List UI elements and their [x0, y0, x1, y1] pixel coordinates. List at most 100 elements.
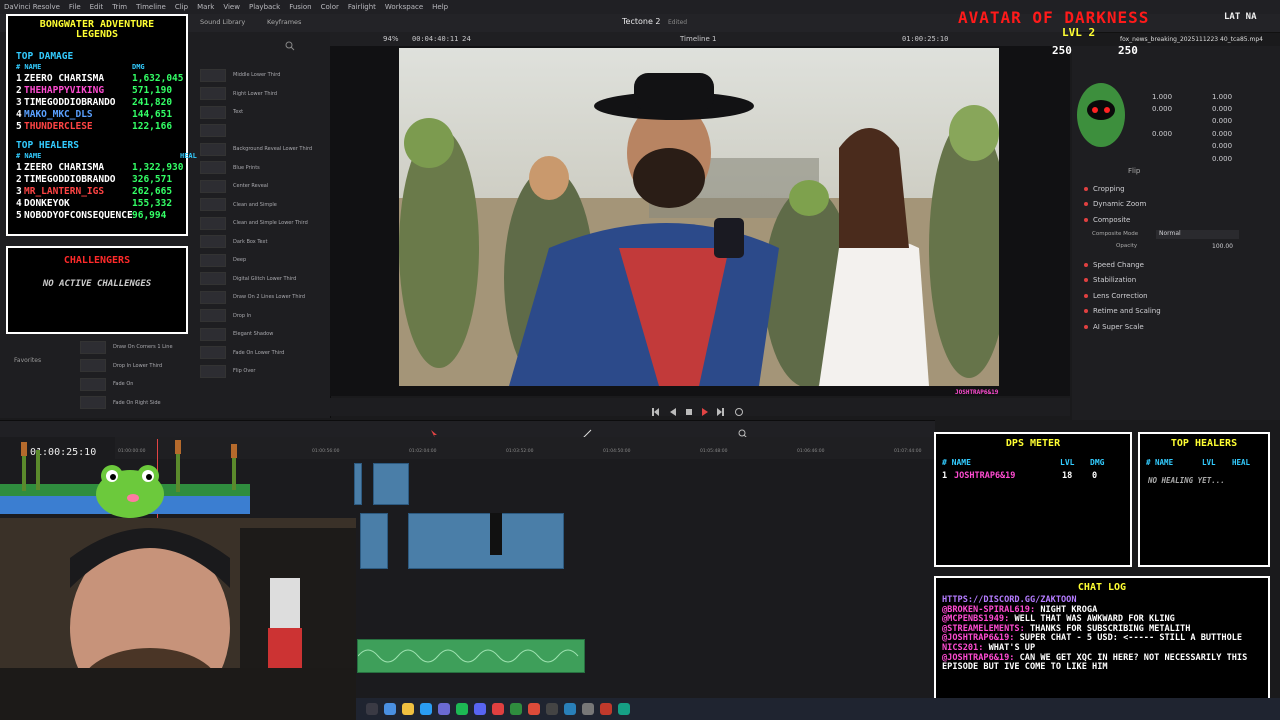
timeline-name[interactable]: Timeline 1 — [680, 35, 716, 43]
audio-clip[interactable] — [357, 639, 585, 673]
effect-item[interactable]: Fade On — [80, 377, 133, 391]
effect-item[interactable]: Elegant Shadow — [200, 327, 273, 341]
viewer-zoom[interactable]: 94% — [383, 35, 399, 43]
anchor-y-value[interactable]: 0.000 — [1212, 130, 1232, 138]
xbox-icon[interactable] — [510, 703, 522, 715]
menu-item-workspace[interactable]: Workspace — [385, 3, 423, 11]
section-lens-correction[interactable]: Lens Correction — [1084, 292, 1148, 300]
menu-item-playback[interactable]: Playback — [249, 3, 280, 11]
section-retime-scaling[interactable]: Retime and Scaling — [1084, 307, 1161, 315]
app-icon[interactable] — [438, 703, 450, 715]
keyframes-button[interactable]: Keyframes — [267, 18, 301, 26]
search-icon[interactable] — [285, 36, 295, 51]
windows-start-icon[interactable] — [366, 703, 378, 715]
opacity-value[interactable]: 100.00 — [1212, 243, 1233, 250]
app-icon[interactable] — [600, 703, 612, 715]
chrome-icon[interactable] — [528, 703, 540, 715]
menu-item-view[interactable]: View — [223, 3, 240, 11]
menu-item-fairlight[interactable]: Fairlight — [348, 3, 376, 11]
no-challenges-text: NO ACTIVE CHALLENGES — [42, 279, 152, 289]
effect-item[interactable]: Digital Glitch Lower Third — [200, 272, 296, 286]
effect-item[interactable]: Text — [200, 105, 243, 119]
zoom-search-icon[interactable] — [738, 424, 748, 439]
loop-icon[interactable] — [734, 402, 744, 416]
section-speed-change[interactable]: Speed Change — [1084, 261, 1144, 269]
video-frame[interactable] — [399, 48, 999, 386]
effect-item[interactable]: Deep — [200, 253, 246, 267]
section-composite[interactable]: Composite — [1084, 216, 1130, 224]
discord-icon[interactable] — [474, 703, 486, 715]
enable-dot-icon[interactable] — [1084, 263, 1088, 267]
position-x-value[interactable]: 0.000 — [1152, 105, 1172, 113]
effect-item[interactable]: Middle Lower Third — [200, 68, 280, 82]
enable-dot-icon[interactable] — [1084, 202, 1088, 206]
spotify-icon[interactable] — [456, 703, 468, 715]
zoom-x-value[interactable]: 1.000 — [1152, 93, 1172, 101]
effect-item[interactable]: Draw On Corners 1 Line — [80, 340, 173, 354]
menu-item-clip[interactable]: Clip — [175, 3, 188, 11]
section-ai-super-scale[interactable]: AI Super Scale — [1084, 323, 1144, 331]
effect-item[interactable]: Flip Over — [200, 364, 255, 378]
position-y-value[interactable]: 0.000 — [1212, 105, 1232, 113]
skip-forward-icon[interactable] — [716, 402, 726, 416]
video-clip[interactable] — [373, 463, 409, 505]
play-reverse-icon[interactable] — [668, 402, 678, 416]
favorites-label[interactable]: Favorites — [14, 357, 41, 364]
menu-item-file[interactable]: File — [69, 3, 81, 11]
stop-icon[interactable] — [684, 402, 694, 415]
enable-dot-icon[interactable] — [1084, 218, 1088, 222]
play-icon[interactable] — [700, 402, 710, 416]
enable-dot-icon[interactable] — [1084, 294, 1088, 298]
video-clip[interactable] — [360, 513, 388, 569]
menu-item-edit[interactable]: Edit — [90, 3, 104, 11]
enable-dot-icon[interactable] — [1084, 325, 1088, 329]
app-icon[interactable] — [582, 703, 594, 715]
effect-item[interactable]: Drop In Lower Third — [80, 359, 162, 373]
effect-item[interactable]: Right Lower Third — [200, 87, 277, 101]
rotation-value[interactable]: 0.000 — [1212, 117, 1232, 125]
razor-tool-icon[interactable] — [582, 424, 592, 439]
effect-item[interactable]: Clean and Simple — [200, 198, 277, 212]
app-icon[interactable] — [492, 703, 504, 715]
section-cropping[interactable]: Cropping — [1084, 185, 1125, 193]
menu-item-fusion[interactable]: Fusion — [289, 3, 311, 11]
app-icon[interactable] — [618, 703, 630, 715]
effect-item[interactable]: Fade On Right Side — [80, 396, 161, 410]
zoom-y-value[interactable]: 1.000 — [1212, 93, 1232, 101]
section-stabilization[interactable]: Stabilization — [1084, 276, 1136, 284]
video-clip[interactable] — [408, 513, 564, 569]
effect-item[interactable]: Fade On Lower Third — [200, 346, 284, 360]
effect-item[interactable]: Draw On 2 Lines Lower Third — [200, 290, 305, 304]
effect-item[interactable] — [200, 124, 233, 138]
anchor-x-value[interactable]: 0.000 — [1152, 130, 1172, 138]
menu-item-help[interactable]: Help — [432, 3, 448, 11]
enable-dot-icon[interactable] — [1084, 187, 1088, 191]
effect-item[interactable]: Dark Box Text — [200, 235, 267, 249]
resolve-icon[interactable] — [546, 703, 558, 715]
effect-item[interactable]: Drop In — [200, 309, 251, 323]
yaw-value[interactable]: 0.000 — [1212, 155, 1232, 163]
section-dynamic-zoom[interactable]: Dynamic Zoom — [1084, 200, 1146, 208]
effect-item[interactable]: Background Reveal Lower Third — [200, 142, 312, 156]
menu-item-app[interactable]: DaVinci Resolve — [4, 3, 60, 11]
menu-item-color[interactable]: Color — [321, 3, 339, 11]
effect-item[interactable]: Blue Prints — [200, 161, 260, 175]
video-clip[interactable] — [354, 463, 362, 505]
app-icon[interactable] — [564, 703, 576, 715]
file-explorer-icon[interactable] — [402, 703, 414, 715]
select-tool-icon[interactable] — [430, 424, 438, 438]
pitch-value[interactable]: 0.000 — [1212, 142, 1232, 150]
effect-thumbnail — [200, 161, 226, 174]
menu-item-mark[interactable]: Mark — [197, 3, 214, 11]
enable-dot-icon[interactable] — [1084, 309, 1088, 313]
sound-library-button[interactable]: Sound Library — [200, 18, 245, 26]
menu-item-trim[interactable]: Trim — [112, 3, 127, 11]
effect-item[interactable]: Clean and Simple Lower Third — [200, 216, 308, 230]
copilot-icon[interactable] — [384, 703, 396, 715]
edge-icon[interactable] — [420, 703, 432, 715]
menu-item-timeline[interactable]: Timeline — [136, 3, 166, 11]
enable-dot-icon[interactable] — [1084, 278, 1088, 282]
effect-item[interactable]: Center Reveal — [200, 179, 268, 193]
skip-back-icon[interactable] — [650, 402, 660, 416]
composite-mode-select[interactable]: Normal — [1156, 230, 1239, 239]
